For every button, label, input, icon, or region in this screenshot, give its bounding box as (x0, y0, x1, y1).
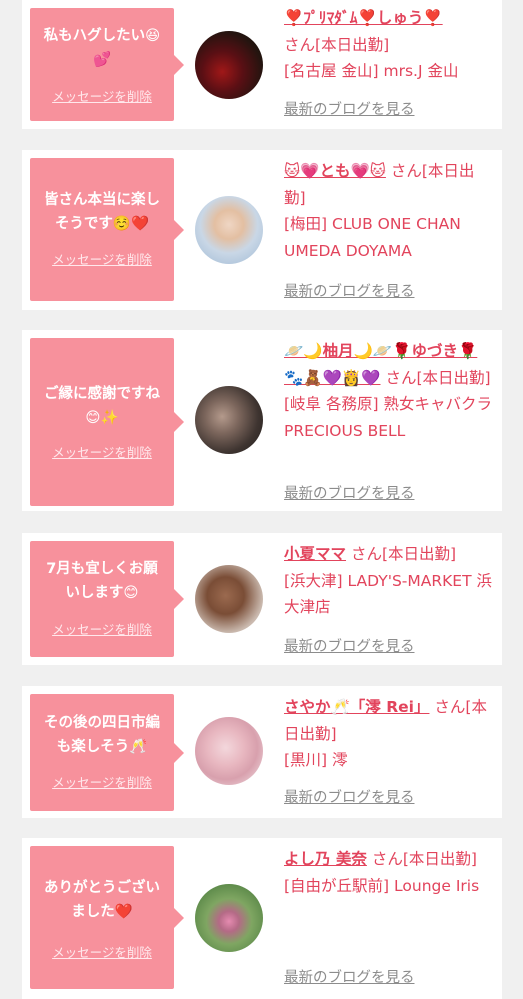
delete-message-link[interactable]: メッセージを削除 (30, 442, 174, 461)
member-name-link[interactable]: 小夏ママ (284, 545, 346, 563)
delete-message-link[interactable]: メッセージを削除 (30, 249, 174, 268)
message-bubble: ご縁に感謝ですね 😊✨ メッセージを削除 (30, 338, 184, 506)
message-card: 私もハグしたい😆 💕 メッセージを削除 ❣️ﾌﾟﾘﾏﾀﾞﾑ❣️しゅう❣️ さん[… (22, 0, 502, 129)
area: [自由が丘駅前] (284, 876, 390, 895)
member-info: 小夏ママ さん[本日出勤] [浜大津] LADY'S-MARKET 浜大津店 (284, 541, 494, 621)
avatar[interactable] (195, 31, 263, 99)
delete-message-link[interactable]: メッセージを削除 (30, 86, 174, 105)
member-info: 🐱💗とも💗🐱 さん[本日出勤] [梅田] CLUB ONE CHAN UMEDA… (284, 158, 494, 264)
member-name-link[interactable]: よし乃 美奈 (284, 850, 367, 868)
delete-message-link[interactable]: メッセージを削除 (30, 772, 174, 791)
area: [浜大津] (284, 571, 343, 590)
san-label: さん (371, 850, 403, 868)
message-text: 皆さん本当に楽し そうです☺️❤️ (44, 192, 160, 232)
latest-blog-link[interactable]: 最新のブログを見る (284, 635, 415, 656)
message-card: ご縁に感謝ですね 😊✨ メッセージを削除 🪐🌙柚月🌙🪐🌹ゆづき🌹🐾🧸💜👸💜 さん… (22, 330, 502, 511)
latest-blog-link[interactable]: 最新のブログを見る (284, 482, 415, 503)
member-name-link[interactable]: ❣️ﾌﾟﾘﾏﾀﾞﾑ❣️しゅう❣️ (284, 9, 443, 27)
message-text: 私もハグしたい😆 💕 (43, 28, 161, 68)
message-card: ありがとうござい ました❤️ メッセージを削除 よし乃 美奈 さん[本日出勤] … (22, 838, 502, 999)
message-feed: 私もハグしたい😆 💕 メッセージを削除 ❣️ﾌﾟﾘﾏﾀﾞﾑ❣️しゅう❣️ さん[… (0, 0, 523, 999)
avatar[interactable] (195, 565, 263, 633)
message-bubble: ありがとうござい ました❤️ メッセージを削除 (30, 846, 184, 989)
san-label: さん (434, 698, 466, 716)
member-info: さやか🥂「澪 Rei」 さん[本日出勤] [黒川] 澪 (284, 694, 494, 774)
member-info: ❣️ﾌﾟﾘﾏﾀﾞﾑ❣️しゅう❣️ さん[本日出勤] [名古屋 金山] mrs.J… (284, 5, 494, 85)
latest-blog-link[interactable]: 最新のブログを見る (284, 966, 415, 987)
message-bubble: 皆さん本当に楽し そうです☺️❤️ メッセージを削除 (30, 158, 184, 301)
message-text: 7月も宜しくお願 いします😊 (46, 561, 158, 601)
message-text: ご縁に感謝ですね 😊✨ (44, 386, 160, 426)
shop-name: 澪 (332, 751, 348, 769)
message-text: その後の四日市編 も楽しそう🥂 (44, 715, 160, 755)
area: [名古屋 金山] (284, 62, 379, 80)
san-label: さん (350, 545, 382, 563)
area: [岐阜 各務原] (284, 395, 379, 413)
san-label: さん (390, 162, 422, 180)
san-label: さん (284, 35, 316, 54)
avatar[interactable] (195, 196, 263, 264)
work-status: [本日出勤] (402, 850, 477, 868)
message-text: ありがとうござい ました❤️ (44, 880, 160, 920)
delete-message-link[interactable]: メッセージを削除 (30, 942, 174, 961)
shop-name: mrs.J 金山 (383, 62, 459, 80)
message-card: 皆さん本当に楽し そうです☺️❤️ メッセージを削除 🐱💗とも💗🐱 さん[本日出… (22, 150, 502, 310)
member-name-link[interactable]: 🐱💗とも💗🐱 (284, 162, 386, 180)
avatar[interactable] (195, 884, 263, 952)
latest-blog-link[interactable]: 最新のブログを見る (284, 786, 415, 807)
avatar[interactable] (195, 386, 263, 454)
work-status: [本日出勤] (315, 35, 390, 54)
message-bubble: 私もハグしたい😆 💕 メッセージを削除 (30, 8, 184, 121)
member-info: よし乃 美奈 さん[本日出勤] [自由が丘駅前] Lounge Iris (284, 846, 494, 899)
work-status: [本日出勤] (416, 368, 491, 387)
delete-message-link[interactable]: メッセージを削除 (30, 619, 174, 638)
shop-name: Lounge Iris (394, 876, 480, 895)
area: [黒川] (284, 751, 328, 769)
latest-blog-link[interactable]: 最新のブログを見る (284, 98, 415, 119)
message-bubble: 7月も宜しくお願 いします😊 メッセージを削除 (30, 541, 184, 657)
message-card: 7月も宜しくお願 いします😊 メッセージを削除 小夏ママ さん[本日出勤] [浜… (22, 533, 502, 665)
message-card: その後の四日市編 も楽しそう🥂 メッセージを削除 さやか🥂「澪 Rei」 さん[… (22, 686, 502, 818)
san-label: さん (385, 368, 417, 387)
latest-blog-link[interactable]: 最新のブログを見る (284, 280, 415, 301)
message-bubble: その後の四日市編 も楽しそう🥂 メッセージを削除 (30, 694, 184, 811)
area: [梅田] (284, 215, 328, 233)
member-name-link[interactable]: さやか🥂「澪 Rei」 (284, 698, 429, 716)
avatar[interactable] (195, 717, 263, 785)
member-info: 🪐🌙柚月🌙🪐🌹ゆづき🌹🐾🧸💜👸💜 さん[本日出勤] [岐阜 各務原] 熟女キャバ… (284, 338, 494, 444)
work-status: [本日出勤] (381, 545, 457, 563)
